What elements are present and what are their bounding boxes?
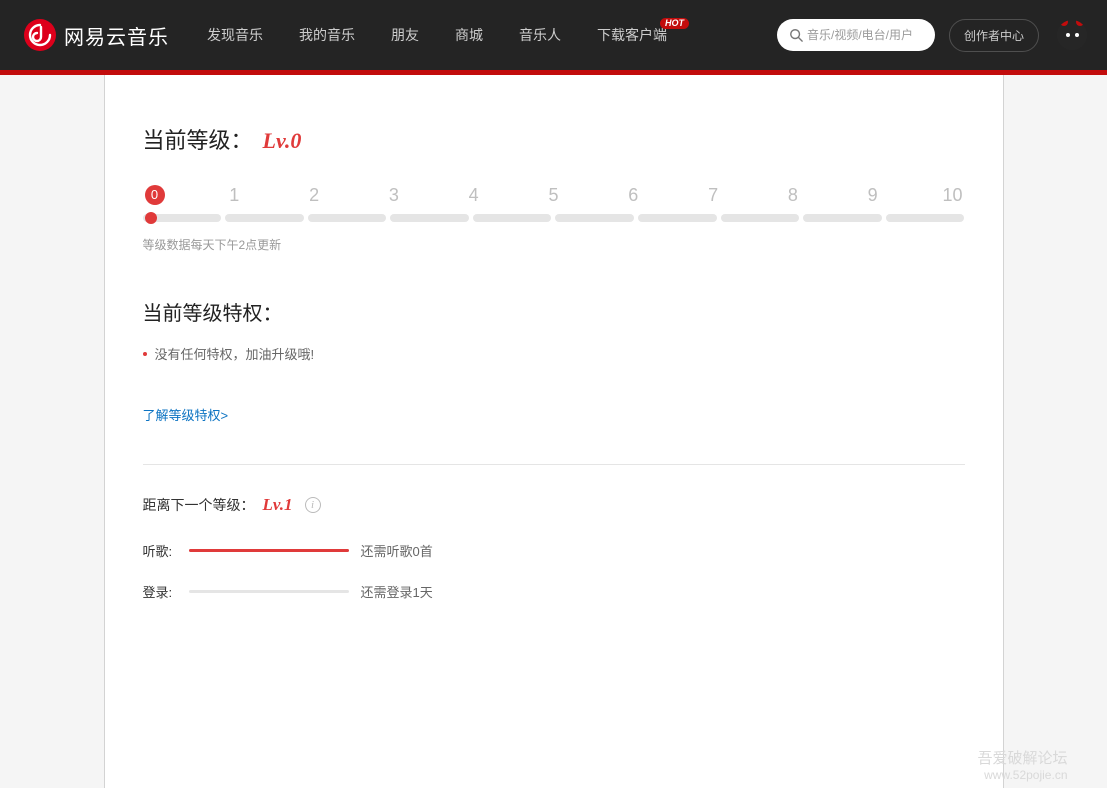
progress-songs-text: 还需听歌0首 <box>361 541 433 560</box>
level-tick-4: 4 <box>464 185 484 206</box>
current-level-label: 当前等级： <box>143 123 253 155</box>
level-tick-5: 5 <box>543 185 563 206</box>
search-box[interactable] <box>777 19 935 51</box>
privileges-section: 当前等级特权： 没有任何特权，加油升级哦! 了解等级特权> <box>143 297 965 424</box>
level-tick-0: 0 <box>145 185 165 205</box>
netease-logo-icon <box>24 19 56 51</box>
watermark: 吾爱破解论坛 www.52pojie.cn <box>977 750 1067 782</box>
search-input[interactable] <box>807 28 923 42</box>
progress-songs-label: 听歌: <box>143 541 177 560</box>
nav-links: 发现音乐 我的音乐 朋友 商城 音乐人 下载客户端 HOT <box>189 0 685 70</box>
learn-privileges-link[interactable]: 了解等级特权> <box>143 405 965 424</box>
divider <box>143 464 965 465</box>
level-tick-2: 2 <box>304 185 324 206</box>
nav-discover[interactable]: 发现音乐 <box>189 0 281 70</box>
level-tick-3: 3 <box>384 185 404 206</box>
privilege-none: 没有任何特权，加油升级哦! <box>143 344 965 363</box>
level-tick-8: 8 <box>783 185 803 206</box>
nav-friends[interactable]: 朋友 <box>373 0 437 70</box>
level-tick-10: 10 <box>942 185 962 206</box>
brand-logo[interactable]: 网易云音乐 <box>24 19 169 51</box>
avatar[interactable] <box>1057 20 1087 50</box>
bullet-icon <box>143 352 147 356</box>
level-tick-1: 1 <box>224 185 244 206</box>
search-icon <box>789 28 803 42</box>
level-segment <box>886 214 965 222</box>
nav-download[interactable]: 下载客户端 HOT <box>579 0 685 70</box>
level-tick-6: 6 <box>623 185 643 206</box>
progress-login-text: 还需登录1天 <box>361 582 433 601</box>
nav-my-music[interactable]: 我的音乐 <box>281 0 373 70</box>
level-segment <box>225 214 304 222</box>
current-level-heading: 当前等级： Lv.0 <box>143 123 965 155</box>
level-segment <box>721 214 800 222</box>
progress-songs-bar <box>189 549 349 552</box>
progress-login: 登录: 还需登录1天 <box>143 582 965 601</box>
level-segment <box>555 214 634 222</box>
nav-shop[interactable]: 商城 <box>437 0 501 70</box>
level-tick-9: 9 <box>863 185 883 206</box>
level-tick-7: 7 <box>703 185 723 206</box>
hot-badge: HOT <box>660 18 689 29</box>
brand-text: 网易云音乐 <box>64 21 169 50</box>
nav-musician[interactable]: 音乐人 <box>501 0 579 70</box>
next-level-label: 距离下一个等级： <box>143 495 255 515</box>
level-position-dot <box>145 212 157 224</box>
level-segment <box>638 214 717 222</box>
level-segment <box>308 214 387 222</box>
info-icon[interactable]: i <box>305 497 321 513</box>
level-track: 0 1 2 3 4 5 6 7 8 9 10 <box>143 185 965 222</box>
progress-login-label: 登录: <box>143 582 177 601</box>
avatar-icon <box>1057 20 1087 50</box>
creator-center-button[interactable]: 创作者中心 <box>949 19 1039 52</box>
level-update-note: 等级数据每天下午2点更新 <box>143 236 965 253</box>
top-nav: 网易云音乐 发现音乐 我的音乐 朋友 商城 音乐人 下载客户端 HOT 创作者中… <box>0 0 1107 70</box>
current-level-value: Lv.0 <box>263 128 302 154</box>
next-level-heading: 距离下一个等级： Lv.1 i <box>143 495 965 515</box>
next-level-value: Lv.1 <box>263 495 293 515</box>
level-segment <box>390 214 469 222</box>
progress-songs: 听歌: 还需听歌0首 <box>143 541 965 560</box>
level-segment <box>803 214 882 222</box>
content-card: 当前等级： Lv.0 0 1 2 3 4 5 6 7 8 9 10 等级数据每天下午2点更新 当前等… <box>104 75 1004 788</box>
level-segment <box>473 214 552 222</box>
progress-login-bar <box>189 590 349 593</box>
privileges-title: 当前等级特权： <box>143 297 965 326</box>
